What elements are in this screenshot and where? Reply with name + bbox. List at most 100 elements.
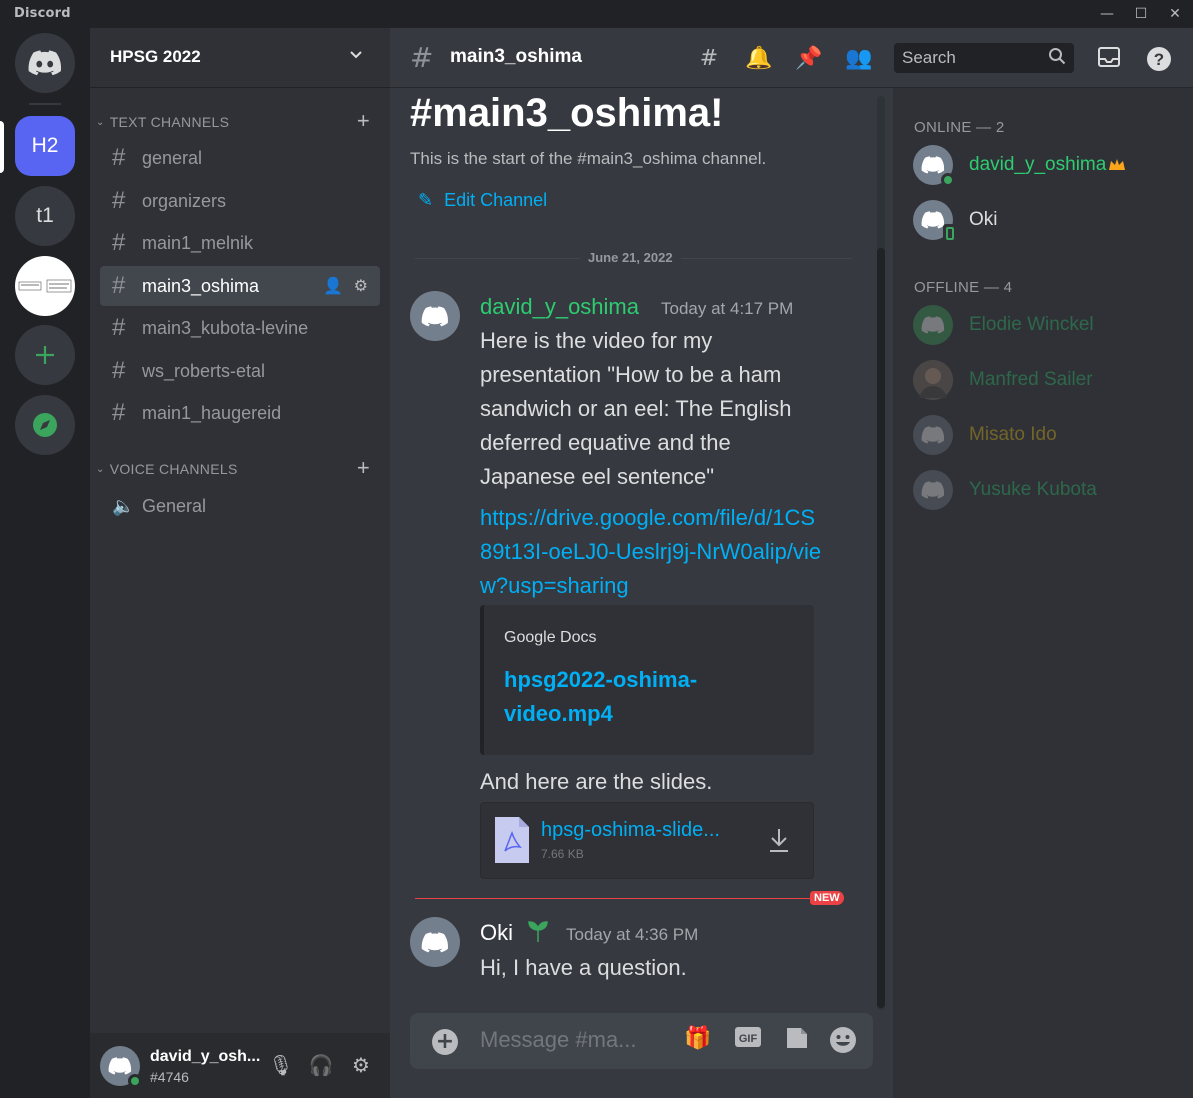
chevron-down-icon[interactable] — [348, 46, 364, 67]
member-oki[interactable]: Oki — [913, 198, 1173, 244]
new-messages-divider — [415, 898, 815, 899]
message-author[interactable]: david_y_oshima — [480, 294, 639, 320]
user-avatar[interactable] — [100, 1046, 142, 1088]
discord-logo-icon — [421, 305, 448, 326]
hash-icon: # — [112, 314, 126, 341]
hash-icon: # — [410, 41, 434, 74]
discord-logo-icon — [921, 481, 945, 499]
member-david[interactable]: david_y_oshima — [913, 143, 1173, 187]
edit-channel-link[interactable]: ✎ Edit Channel — [418, 190, 547, 211]
home-button[interactable] — [15, 33, 75, 93]
hash-icon: # — [112, 144, 126, 171]
gift-icon[interactable]: 🎁 — [683, 1026, 713, 1056]
channel-label: organizers — [142, 190, 227, 211]
sprout-badge-icon — [524, 918, 552, 948]
hash-icon: # — [112, 229, 126, 256]
channel-title: main3_oshima — [450, 46, 582, 67]
inbox-icon[interactable] — [1095, 46, 1123, 72]
search-input[interactable]: Search — [894, 43, 1074, 73]
pin-icon[interactable]: 📌 — [795, 46, 823, 72]
voice-channel-general[interactable]: 🔈 General — [100, 486, 380, 526]
new-badge: NEW — [810, 891, 844, 905]
explore-servers-button[interactable] — [15, 395, 75, 455]
maximize-button[interactable]: ☐ — [1126, 2, 1156, 26]
guild-image-server[interactable] — [15, 256, 75, 316]
channel-main1-melnik[interactable]: # main1_melnik — [100, 223, 380, 263]
message-text: Here is the video for my presentation "H… — [480, 328, 792, 489]
mobile-status-icon — [943, 224, 957, 244]
microphone-icon[interactable]: 🎙 — [268, 1053, 294, 1079]
help-icon[interactable]: ? — [1145, 46, 1173, 72]
date-divider-label: June 21, 2022 — [580, 250, 681, 265]
discord-logo-icon — [921, 316, 945, 334]
member-manfred[interactable]: Manfred Sailer — [913, 358, 1173, 402]
app-title: Discord — [14, 6, 71, 21]
invite-user-icon[interactable]: 👤 — [323, 278, 343, 295]
member-misato[interactable]: Misato Ido — [913, 413, 1173, 457]
headphones-icon[interactable]: 🎧 — [308, 1053, 334, 1079]
voice-channels-category[interactable]: ⌄ VOICE CHANNELS + — [96, 455, 376, 480]
discord-logo-icon — [108, 1057, 132, 1075]
minimize-button[interactable]: — — [1092, 2, 1122, 26]
discord-logo-icon — [421, 931, 448, 952]
server-header[interactable]: HPSG 2022 — [90, 28, 390, 88]
window-titlebar: Discord — ☐ ✕ — [0, 0, 1193, 28]
create-channel-plus-icon[interactable]: + — [357, 455, 370, 481]
member-avatar — [913, 415, 953, 455]
text-channels-category[interactable]: ⌄ TEXT CHANNELS + — [96, 108, 376, 133]
member-avatar — [913, 470, 953, 510]
hash-icon: # — [112, 357, 126, 384]
channel-label: main3_kubota-levine — [142, 317, 309, 338]
channel-label: General — [142, 495, 207, 516]
pencil-icon: ✎ — [418, 190, 434, 210]
member-list-icon[interactable]: 👥 — [845, 46, 873, 72]
message-timestamp: Today at 4:17 PM — [661, 299, 794, 318]
sticker-icon[interactable] — [782, 1026, 812, 1056]
member-elodie[interactable]: Elodie Winckel — [913, 303, 1173, 347]
channel-main3-kubota-levine[interactable]: # main3_kubota-levine — [100, 308, 380, 348]
category-label: TEXT CHANNELS — [109, 114, 230, 130]
upload-plus-icon[interactable]: + — [432, 1029, 458, 1055]
hash-icon: # — [112, 272, 126, 299]
channel-tools: 👤 ⚙ — [323, 276, 368, 296]
channel-main1-haugereid[interactable]: # main1_haugereid — [100, 393, 380, 433]
message-timestamp: Today at 4:36 PM — [566, 925, 699, 944]
online-category: ONLINE — 2 — [914, 119, 1005, 136]
message-link[interactable]: https://drive.google.com/file/d/1CS89t13… — [480, 501, 825, 603]
channel-organizers[interactable]: # organizers — [100, 181, 380, 221]
guild-hpsg[interactable]: H2 — [15, 116, 75, 176]
member-name: Manfred Sailer — [969, 369, 1093, 390]
welcome-title: #main3_oshima! — [410, 91, 724, 135]
download-icon[interactable] — [768, 827, 790, 857]
discord-logo-icon — [921, 426, 945, 444]
scrollbar-thumb[interactable] — [877, 248, 885, 1008]
search-placeholder: Search — [902, 48, 956, 67]
composer-placeholder: Message #ma... — [480, 1027, 637, 1052]
category-label: VOICE CHANNELS — [109, 461, 238, 477]
channel-general[interactable]: # general — [100, 138, 380, 178]
member-yusuke[interactable]: Yusuke Kubota — [913, 468, 1173, 512]
emoji-icon[interactable] — [828, 1026, 858, 1056]
close-button[interactable]: ✕ — [1160, 2, 1190, 26]
member-avatar — [913, 305, 953, 345]
notification-bell-icon[interactable]: 🔔 — [745, 46, 773, 72]
message-composer[interactable]: + Message #ma... 🎁 GIF — [410, 1013, 873, 1069]
message-author[interactable]: Oki — [480, 920, 513, 946]
gif-icon[interactable]: GIF — [733, 1026, 763, 1056]
member-photo-avatar — [913, 360, 953, 400]
channel-main3-oshima[interactable]: # main3_oshima 👤 ⚙ — [100, 266, 380, 306]
gear-icon[interactable]: ⚙ — [354, 278, 368, 295]
channel-ws-roberts-etal[interactable]: # ws_roberts-etal — [100, 351, 380, 391]
guild-t1[interactable]: t1 — [15, 186, 75, 246]
settings-gear-icon[interactable]: ⚙ — [348, 1053, 374, 1079]
message-avatar[interactable] — [410, 917, 460, 967]
link-embed: Google Docs hpsg2022-oshima-video.mp4 — [480, 605, 814, 755]
server-logo-icon — [18, 279, 72, 293]
add-server-button[interactable] — [15, 325, 75, 385]
create-channel-plus-icon[interactable]: + — [357, 108, 370, 134]
message-avatar[interactable] — [410, 291, 460, 341]
threads-icon[interactable]: # — [695, 46, 723, 72]
embed-title-link[interactable]: hpsg2022-oshima-video.mp4 — [504, 663, 764, 731]
crown-icon — [1108, 157, 1126, 176]
attachment-filename[interactable]: hpsg-oshima-slide... — [541, 819, 761, 842]
